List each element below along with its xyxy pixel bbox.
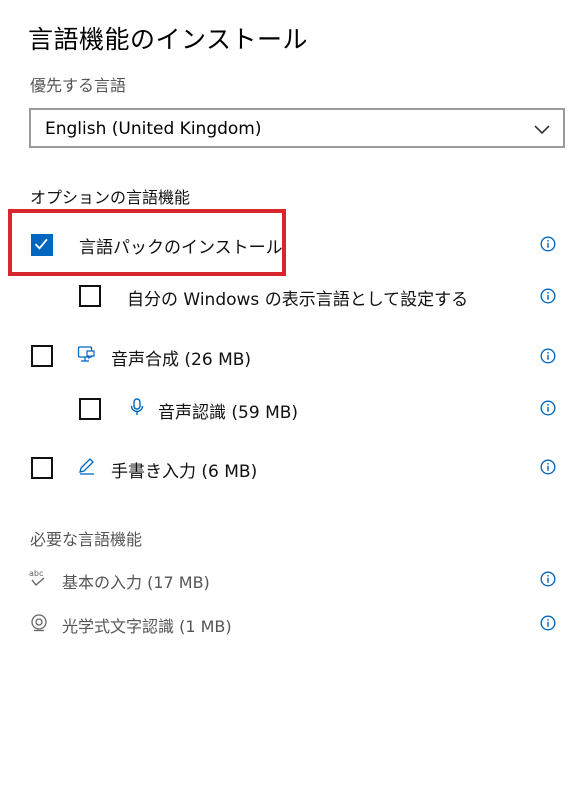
speech-synthesis-icon xyxy=(77,346,95,362)
speech-recognition-label: 音声認識 (59 MB) xyxy=(158,403,299,423)
optional-features-heading: オプションの言語機能 xyxy=(30,188,191,207)
microphone-icon xyxy=(130,398,144,415)
handwriting-checkbox[interactable] xyxy=(31,457,53,479)
speech-synthesis-checkbox[interactable] xyxy=(31,345,53,367)
preferred-language-label: 優先する言語 xyxy=(30,76,127,95)
info-icon[interactable] xyxy=(540,571,556,587)
info-icon[interactable] xyxy=(540,459,556,475)
info-icon[interactable] xyxy=(540,288,556,304)
info-icon[interactable] xyxy=(540,400,556,416)
speech-recognition-checkbox[interactable] xyxy=(79,398,101,420)
page-title: 言語機能のインストール xyxy=(28,25,309,54)
camera-eye-icon xyxy=(31,614,47,632)
ocr-label: 光学式文字認識 (1 MB) xyxy=(62,617,232,636)
display-language-checkbox[interactable] xyxy=(79,285,101,307)
speech-synthesis-label: 音声合成 (26 MB) xyxy=(111,350,252,370)
info-icon[interactable] xyxy=(540,615,556,631)
highlight-frame xyxy=(8,209,286,276)
pen-icon xyxy=(79,458,94,475)
svg-text:abc: abc xyxy=(29,569,43,578)
preferred-language-dropdown[interactable]: English (United Kingdom) xyxy=(29,108,565,148)
chevron-down-icon xyxy=(534,125,550,135)
abc-check-icon: abc xyxy=(29,569,45,587)
handwriting-label: 手書き入力 (6 MB) xyxy=(111,462,258,482)
basic-input-label: 基本の入力 (17 MB) xyxy=(62,573,210,592)
required-features-heading: 必要な言語機能 xyxy=(30,530,143,549)
info-icon[interactable] xyxy=(540,348,556,364)
display-language-label: 自分の Windows の表示言語として設定する xyxy=(127,290,469,310)
info-icon[interactable] xyxy=(540,236,556,252)
dropdown-selected-value: English (United Kingdom) xyxy=(45,119,262,139)
